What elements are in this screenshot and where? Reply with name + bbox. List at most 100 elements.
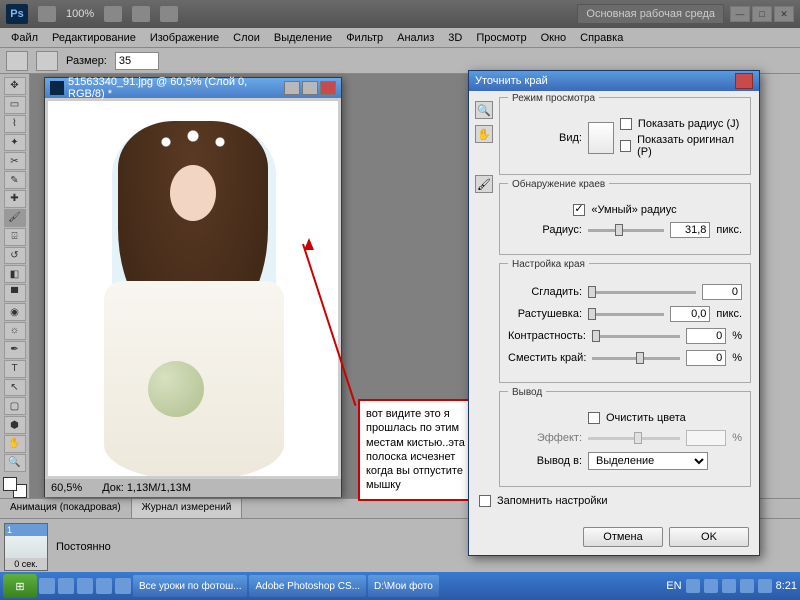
gradient-tool-icon[interactable]: ▀: [4, 284, 26, 302]
3d-tool-icon[interactable]: ⬢: [4, 416, 26, 434]
language-indicator[interactable]: EN: [666, 580, 681, 592]
feather-slider[interactable]: [588, 313, 664, 316]
type-tool-icon[interactable]: T: [4, 360, 26, 378]
menu-view[interactable]: Просмотр: [469, 32, 533, 44]
stamp-tool-icon[interactable]: ⌹: [4, 228, 26, 246]
radius-unit: пикс.: [716, 224, 742, 236]
shift-edge-slider[interactable]: [592, 357, 680, 360]
fg-color-swatch[interactable]: [3, 477, 17, 491]
brush-tool-icon[interactable]: 🖌: [4, 209, 26, 227]
tray-icon[interactable]: [704, 579, 718, 593]
menu-select[interactable]: Выделение: [267, 32, 339, 44]
tray-icon[interactable]: [722, 579, 736, 593]
doc-close-button[interactable]: [320, 81, 336, 95]
eyedropper-tool-icon[interactable]: ✎: [4, 171, 26, 189]
tray-icon[interactable]: [686, 579, 700, 593]
feather-input[interactable]: [670, 306, 710, 322]
bridge-icon[interactable]: [38, 6, 56, 22]
screen-mode-icon[interactable]: [160, 6, 178, 22]
remember-settings-checkbox[interactable]: [479, 495, 491, 507]
hand-mode-icon[interactable]: ✋: [475, 125, 493, 143]
pen-tool-icon[interactable]: ✒: [4, 341, 26, 359]
contrast-input[interactable]: [686, 328, 726, 344]
close-button[interactable]: ✕: [774, 6, 794, 22]
menu-file[interactable]: Файл: [4, 32, 45, 44]
tab-animation[interactable]: Анимация (покадровая): [0, 499, 132, 518]
quicklaunch-icon[interactable]: [58, 578, 74, 594]
contrast-slider[interactable]: [592, 335, 680, 338]
loop-option[interactable]: Постоянно: [56, 541, 111, 553]
animation-frame-1[interactable]: 1 0 сек.: [4, 523, 48, 571]
quicklaunch-icon[interactable]: [77, 578, 93, 594]
frame-duration[interactable]: 0 сек.: [5, 558, 47, 570]
output-to-label: Вывод в:: [508, 455, 582, 467]
dodge-tool-icon[interactable]: ☼: [4, 322, 26, 340]
color-swatches[interactable]: [3, 477, 27, 498]
zoom-preset[interactable]: 100%: [66, 8, 94, 20]
clock[interactable]: 8:21: [776, 580, 797, 592]
smart-radius-checkbox[interactable]: [573, 204, 585, 216]
tool-preset-icon[interactable]: [6, 51, 28, 71]
decontaminate-checkbox[interactable]: [588, 412, 600, 424]
taskbar-item-browser[interactable]: Все уроки по фотош...: [133, 575, 247, 597]
healing-tool-icon[interactable]: ✚: [4, 190, 26, 208]
start-button[interactable]: ⊞: [3, 574, 37, 598]
dialog-close-button[interactable]: [735, 73, 753, 89]
show-original-checkbox[interactable]: [620, 140, 631, 152]
tray-icon[interactable]: [758, 579, 772, 593]
quicklaunch-icon[interactable]: [115, 578, 131, 594]
menu-analysis[interactable]: Анализ: [390, 32, 441, 44]
view-extras-icon[interactable]: [104, 6, 122, 22]
menu-layer[interactable]: Слои: [226, 32, 267, 44]
path-select-tool-icon[interactable]: ↖: [4, 379, 26, 397]
blur-tool-icon[interactable]: ◉: [4, 303, 26, 321]
quicklaunch-icon[interactable]: [39, 578, 55, 594]
menu-filter[interactable]: Фильтр: [339, 32, 390, 44]
menu-help[interactable]: Справка: [573, 32, 630, 44]
menu-3d[interactable]: 3D: [441, 32, 469, 44]
view-preview-thumb[interactable]: [588, 122, 614, 154]
zoom-mode-icon[interactable]: 🔍: [475, 101, 493, 119]
panel-dock[interactable]: [756, 74, 800, 498]
tab-measurement-log[interactable]: Журнал измерений: [132, 499, 243, 518]
taskbar-item-explorer[interactable]: D:\Мои фото: [368, 575, 439, 597]
zoom-level-status[interactable]: 60,5%: [51, 482, 82, 494]
zoom-tool-icon[interactable]: 🔍: [4, 454, 26, 472]
move-tool-icon[interactable]: ✥: [4, 77, 26, 95]
output-to-select[interactable]: Выделение: [588, 452, 708, 470]
ok-button[interactable]: OK: [669, 527, 749, 547]
workspace-switcher[interactable]: Основная рабочая среда: [577, 4, 724, 24]
maximize-button[interactable]: □: [752, 6, 772, 22]
radius-input[interactable]: [670, 222, 710, 238]
smooth-slider[interactable]: [588, 291, 696, 294]
doc-minimize-button[interactable]: [284, 81, 300, 95]
quicklaunch-icon[interactable]: [96, 578, 112, 594]
menu-edit[interactable]: Редактирование: [45, 32, 143, 44]
crop-tool-icon[interactable]: ✂: [4, 152, 26, 170]
brush-size-input[interactable]: [115, 52, 159, 70]
menu-image[interactable]: Изображение: [143, 32, 226, 44]
doc-maximize-button[interactable]: [302, 81, 318, 95]
eraser-tool-icon[interactable]: ◧: [4, 265, 26, 283]
cancel-button[interactable]: Отмена: [583, 527, 663, 547]
show-radius-checkbox[interactable]: [620, 118, 632, 130]
radius-slider[interactable]: [588, 229, 664, 232]
brush-preview-icon[interactable]: [36, 51, 58, 71]
quick-select-tool-icon[interactable]: ✦: [4, 134, 26, 152]
taskbar-item-photoshop[interactable]: Adobe Photoshop CS...: [249, 575, 366, 597]
shape-tool-icon[interactable]: ▢: [4, 397, 26, 415]
canvas[interactable]: [48, 101, 338, 476]
arrange-docs-icon[interactable]: [132, 6, 150, 22]
refine-brush-icon[interactable]: 🖌: [475, 175, 493, 193]
menu-window[interactable]: Окно: [534, 32, 574, 44]
shift-edge-input[interactable]: [686, 350, 726, 366]
frame-number: 1: [5, 524, 47, 536]
refine-edge-dialog: Уточнить край 🔍 ✋ 🖌 Режим просмотра Вид:…: [468, 70, 760, 556]
minimize-button[interactable]: —: [730, 6, 750, 22]
history-brush-tool-icon[interactable]: ↺: [4, 247, 26, 265]
marquee-tool-icon[interactable]: ▭: [4, 96, 26, 114]
tray-icon[interactable]: [740, 579, 754, 593]
hand-tool-icon[interactable]: ✋: [4, 435, 26, 453]
lasso-tool-icon[interactable]: ⌇: [4, 115, 26, 133]
smooth-input[interactable]: [702, 284, 742, 300]
